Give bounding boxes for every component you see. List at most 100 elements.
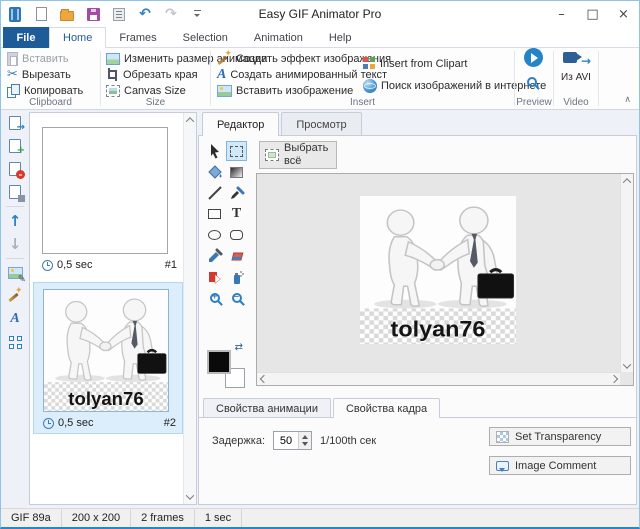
main-area: → + – ↑ ↓ ✎ ✦ A 0,5 sec # xyxy=(1,110,639,508)
move-frame-up-button[interactable]: ↑ xyxy=(4,211,26,231)
tool-rectangle[interactable] xyxy=(204,204,225,224)
tool-palette: T + – xyxy=(204,141,247,308)
tab-selection[interactable]: Selection xyxy=(170,27,241,48)
square-icon xyxy=(18,195,25,202)
tool-color-replace[interactable] xyxy=(204,267,225,287)
select-all-button[interactable]: Выбрать всё xyxy=(259,141,337,169)
tool-gradient[interactable] xyxy=(226,162,247,182)
tool-text[interactable]: T xyxy=(226,204,247,224)
delay-input[interactable] xyxy=(274,432,298,449)
tab-frames[interactable]: Frames xyxy=(106,27,169,48)
spinner-up-button[interactable] xyxy=(299,432,311,441)
foreground-color-swatch[interactable] xyxy=(207,350,231,374)
gradient-icon xyxy=(230,167,243,178)
globe-icon xyxy=(363,79,377,93)
tool-ellipse[interactable] xyxy=(204,225,225,245)
frames-toolbar: → + – ↑ ↓ ✎ ✦ A xyxy=(1,113,29,352)
edit-frame-button[interactable]: ✎ xyxy=(4,263,26,283)
close-button[interactable]: × xyxy=(608,1,639,27)
canvas-horizontal-scrollbar[interactable] xyxy=(257,372,620,385)
canvas-size-button[interactable]: Canvas Size xyxy=(106,83,186,98)
group-label-video: Video xyxy=(554,97,598,108)
extract-frame-button[interactable]: → xyxy=(4,113,26,133)
tool-spray[interactable] xyxy=(226,267,247,287)
tool-eyedropper[interactable] xyxy=(204,246,225,266)
scroll-down-arrow[interactable] xyxy=(621,359,633,372)
add-frame-button[interactable]: + xyxy=(4,136,26,156)
tab-animation-properties[interactable]: Свойства анимации xyxy=(203,398,331,418)
canvas-image[interactable] xyxy=(360,196,516,344)
tab-help[interactable]: Help xyxy=(316,27,365,48)
tool-line[interactable] xyxy=(204,183,225,203)
tool-zoom-in[interactable]: + xyxy=(204,288,225,308)
frame-text-button[interactable]: A xyxy=(4,309,26,329)
tool-marquee-select[interactable] xyxy=(226,141,247,161)
rectangle-icon xyxy=(208,209,221,219)
minimize-button[interactable]: – xyxy=(546,1,577,27)
tab-file[interactable]: File xyxy=(3,27,49,48)
tool-brush[interactable] xyxy=(226,183,247,203)
tab-editor[interactable]: Редактор xyxy=(202,112,279,136)
canvas-size-icon xyxy=(106,85,120,97)
frames-panel: 0,5 sec #1 0,5 sec #2 xyxy=(29,112,197,505)
app-window: ↶ ↷ Easy GIF Animator Pro – □ × File Hom… xyxy=(0,0,640,529)
zoom-out-icon: – xyxy=(232,293,242,303)
tool-eraser[interactable] xyxy=(226,246,247,266)
editor-canvas[interactable] xyxy=(256,173,634,386)
preview-zoom-button[interactable] xyxy=(527,74,537,89)
cut-button[interactable]: ✂Вырезать xyxy=(7,67,71,82)
from-avi-button[interactable]: → xyxy=(563,50,589,65)
rounded-rect-icon xyxy=(230,230,243,240)
eyedropper-icon xyxy=(207,248,223,264)
scroll-down-arrow[interactable] xyxy=(184,490,196,504)
maximize-button[interactable]: □ xyxy=(577,1,608,27)
color-selector[interactable]: ⇄ xyxy=(207,344,245,388)
text-t-icon: T xyxy=(232,206,241,222)
paste-button: Вставить xyxy=(7,51,69,66)
scroll-up-arrow[interactable] xyxy=(621,174,633,187)
paint-bucket-icon xyxy=(207,164,223,180)
delete-frame-button[interactable]: – xyxy=(4,159,26,179)
insert-image-button[interactable]: Вставить изображение xyxy=(217,83,353,98)
tab-frame-properties[interactable]: Свойства кадра xyxy=(333,398,440,418)
frame-1-thumbnail[interactable] xyxy=(42,127,168,254)
frames-scrollbar[interactable] xyxy=(183,113,196,504)
set-transparency-button[interactable]: Set Transparency xyxy=(489,427,631,446)
tool-rounded-rect[interactable] xyxy=(226,225,247,245)
frame-effect-button[interactable]: ✦ xyxy=(4,286,26,306)
tool-select-arrow[interactable] xyxy=(204,141,225,161)
status-bar: GIF 89a 200 x 200 2 frames 1 sec xyxy=(1,508,639,527)
preview-play-button[interactable] xyxy=(524,50,543,65)
delay-spinner[interactable] xyxy=(273,431,312,450)
image-comment-button[interactable]: Image Comment xyxy=(489,456,631,475)
minus-icon: – xyxy=(16,170,25,179)
frame-item-2[interactable]: 0,5 sec #2 xyxy=(33,282,183,434)
ribbon-group-insert: ✦Создать эффект изображения AСоздать ани… xyxy=(211,48,514,109)
ribbon-collapse-button[interactable]: ∧ xyxy=(624,94,631,105)
manage-frames-button[interactable] xyxy=(4,332,26,352)
tab-home[interactable]: Home xyxy=(49,27,106,48)
scroll-up-arrow[interactable] xyxy=(184,113,196,127)
ribbon-group-video: → Из AVI Video xyxy=(554,48,598,109)
scroll-right-arrow[interactable] xyxy=(607,373,620,385)
tab-animation[interactable]: Animation xyxy=(241,27,316,48)
tool-fill[interactable] xyxy=(204,162,225,182)
frame-number: #1 xyxy=(165,259,177,271)
canvas-vertical-scrollbar[interactable] xyxy=(620,174,633,372)
tab-preview[interactable]: Просмотр xyxy=(281,112,361,136)
tool-zoom-out[interactable]: – xyxy=(226,288,247,308)
crop-button[interactable]: Обрезать края xyxy=(106,67,198,82)
insert-from-clipart-button[interactable]: Insert from Clipart xyxy=(363,56,467,71)
duplicate-frame-button[interactable] xyxy=(4,182,26,202)
select-all-icon xyxy=(265,149,279,161)
copy-icon xyxy=(7,84,20,98)
swap-colors-icon[interactable]: ⇄ xyxy=(235,342,243,353)
frame-2-thumbnail[interactable] xyxy=(43,289,169,412)
scroll-left-arrow[interactable] xyxy=(257,373,270,385)
frame-item-1[interactable]: 0,5 sec #1 xyxy=(33,121,183,275)
copy-button[interactable]: Копировать xyxy=(7,83,83,98)
status-dimensions: 200 x 200 xyxy=(62,509,131,527)
create-animated-text-button[interactable]: AСоздать анимированный текст xyxy=(217,67,387,82)
from-avi-label: Из AVI xyxy=(554,72,598,83)
spinner-down-button[interactable] xyxy=(299,441,311,450)
